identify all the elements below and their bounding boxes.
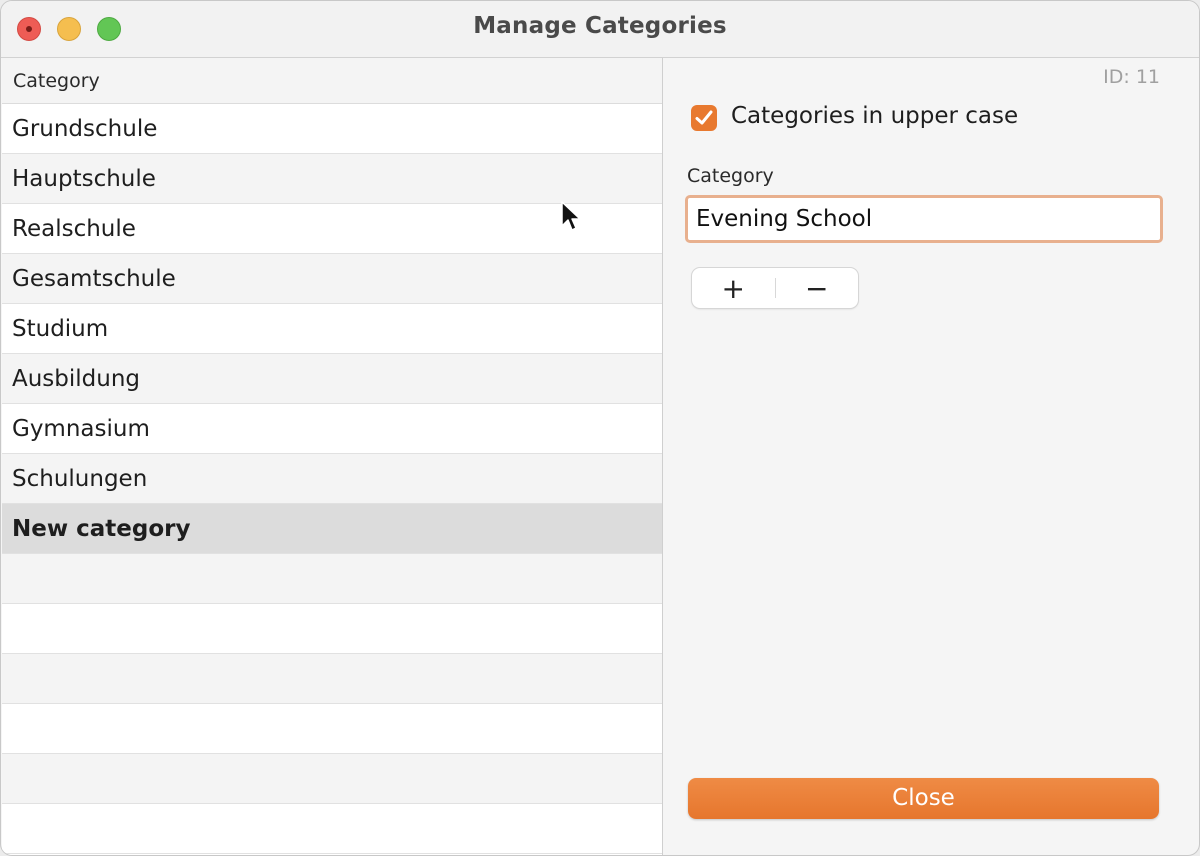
add-remove-control: + − <box>692 268 858 308</box>
empty-row <box>2 754 662 804</box>
close-button[interactable]: Close <box>688 778 1159 819</box>
list-item[interactable]: Gymnasium <box>2 404 662 454</box>
list-item-selected[interactable]: New category <box>2 504 662 554</box>
list-item[interactable]: Gesamtschule <box>2 254 662 304</box>
empty-row <box>2 604 662 654</box>
empty-row <box>2 654 662 704</box>
manage-categories-window: Manage Categories Category Grundschule H… <box>0 0 1200 856</box>
category-input[interactable] <box>685 195 1163 243</box>
category-field-label: Category <box>687 165 774 187</box>
record-id-label: ID: 11 <box>1103 66 1160 88</box>
uppercase-checkbox[interactable] <box>691 105 717 131</box>
empty-row <box>2 804 662 854</box>
title-bar: Manage Categories <box>1 1 1199 58</box>
remove-category-button[interactable]: − <box>776 268 859 308</box>
list-item[interactable]: Hauptschule <box>2 154 662 204</box>
add-category-button[interactable]: + <box>692 268 775 308</box>
empty-row <box>2 554 662 604</box>
category-column-header[interactable]: Category <box>2 58 662 104</box>
list-item[interactable]: Grundschule <box>2 104 662 154</box>
list-item[interactable]: Studium <box>2 304 662 354</box>
list-item[interactable]: Ausbildung <box>2 354 662 404</box>
mouse-pointer-icon <box>561 201 581 231</box>
window-title: Manage Categories <box>473 13 727 39</box>
checkmark-icon <box>695 110 713 125</box>
list-item[interactable]: Schulungen <box>2 454 662 504</box>
category-list[interactable]: Category Grundschule Hauptschule Realsch… <box>2 58 663 855</box>
uppercase-checkbox-label[interactable]: Categories in upper case <box>731 103 1018 129</box>
empty-row <box>2 704 662 754</box>
detail-pane: ID: 11 Categories in upper case Category… <box>664 58 1199 855</box>
